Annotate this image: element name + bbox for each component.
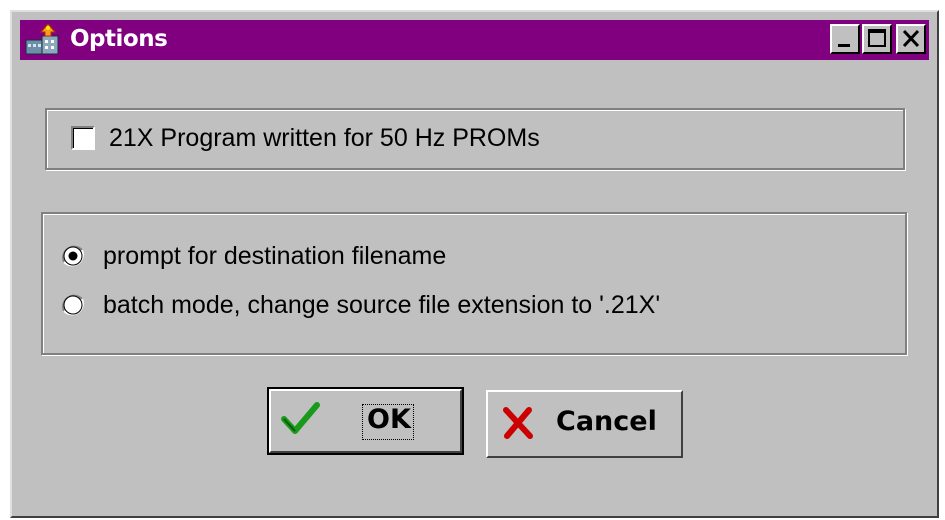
minimize-button[interactable] bbox=[830, 24, 860, 54]
close-button[interactable] bbox=[896, 24, 926, 54]
radio-group: prompt for destination filename batch mo… bbox=[41, 212, 907, 355]
cancel-button[interactable]: Cancel bbox=[486, 390, 683, 458]
radio-label-batch: batch mode, change source file extension… bbox=[103, 291, 661, 319]
window-title: Options bbox=[70, 26, 168, 52]
checkbox-label: 21X Program written for 50 Hz PROMs bbox=[109, 124, 540, 152]
checkmark-icon bbox=[281, 402, 320, 434]
radio-option-prompt[interactable]: prompt for destination filename bbox=[61, 242, 581, 272]
title-bar[interactable]: Options bbox=[20, 20, 929, 60]
app-icon bbox=[25, 23, 59, 55]
ok-button[interactable]: OK bbox=[267, 387, 464, 455]
cancel-button-label: Cancel bbox=[556, 406, 657, 437]
minimize-icon bbox=[838, 44, 850, 47]
radio-label-prompt: prompt for destination filename bbox=[103, 242, 447, 270]
radio-button-selected[interactable] bbox=[61, 244, 85, 268]
close-icon bbox=[902, 29, 920, 48]
maximize-button[interactable] bbox=[862, 24, 892, 54]
option-50hz-proms[interactable]: 21X Program written for 50 Hz PROMs bbox=[71, 124, 691, 154]
checkbox-50hz-proms[interactable] bbox=[71, 126, 95, 150]
ok-button-label: OK bbox=[367, 404, 411, 435]
options-dialog: Options 21X Program written for 50 Hz PR… bbox=[10, 10, 939, 518]
radio-button-unselected[interactable] bbox=[61, 293, 85, 317]
radio-option-batch[interactable]: batch mode, change source file extension… bbox=[61, 291, 841, 321]
x-icon bbox=[503, 407, 533, 439]
checkbox-group: 21X Program written for 50 Hz PROMs bbox=[45, 108, 905, 170]
maximize-icon bbox=[868, 29, 886, 47]
